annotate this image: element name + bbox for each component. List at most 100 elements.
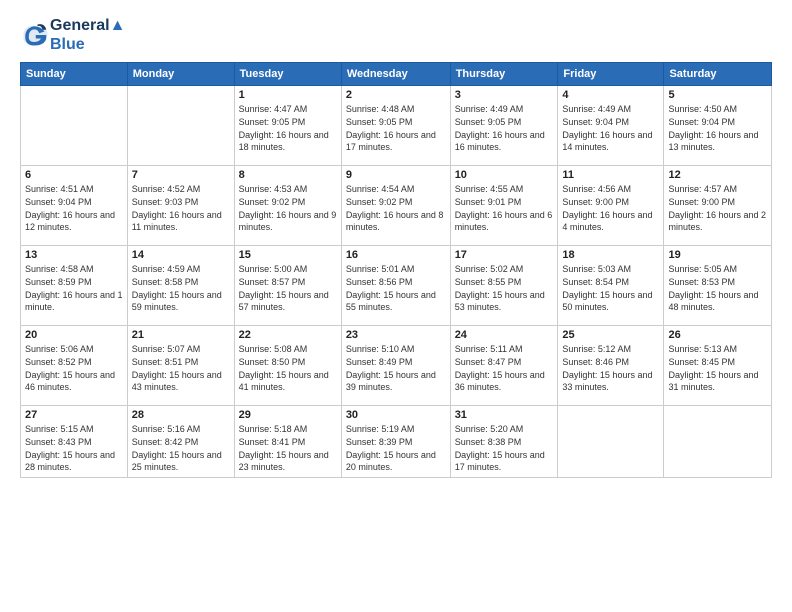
day-number: 23	[346, 329, 446, 341]
day-info: Sunrise: 4:55 AM Sunset: 9:01 PM Dayligh…	[455, 183, 554, 233]
day-number: 26	[668, 329, 767, 341]
day-info: Sunrise: 4:47 AM Sunset: 9:05 PM Dayligh…	[239, 103, 337, 153]
weekday-header-saturday: Saturday	[664, 63, 772, 86]
calendar-cell: 2 Sunrise: 4:48 AM Sunset: 9:05 PM Daylig…	[341, 86, 450, 166]
calendar-cell: 10 Sunrise: 4:55 AM Sunset: 9:01 PM Dayli…	[450, 166, 558, 246]
day-number: 27	[25, 409, 123, 421]
logo-icon	[20, 21, 48, 49]
day-number: 8	[239, 169, 337, 181]
calendar-cell: 5 Sunrise: 4:50 AM Sunset: 9:04 PM Daylig…	[664, 86, 772, 166]
weekday-header-thursday: Thursday	[450, 63, 558, 86]
day-number: 17	[455, 249, 554, 261]
calendar-cell	[127, 86, 234, 166]
day-info: Sunrise: 5:15 AM Sunset: 8:43 PM Dayligh…	[25, 423, 123, 473]
calendar-cell: 14Sunrise: 4:59 AM Sunset: 8:58 PM Dayli…	[127, 246, 234, 326]
calendar-cell: 11 Sunrise: 4:56 AM Sunset: 9:00 PM Dayli…	[558, 166, 664, 246]
day-info: Sunrise: 5:19 AM Sunset: 8:39 PM Dayligh…	[346, 423, 446, 473]
day-number: 21	[132, 329, 230, 341]
day-info: Sunrise: 4:57 AM Sunset: 9:00 PM Dayligh…	[668, 183, 767, 233]
day-number: 11	[562, 169, 659, 181]
weekday-header-row: SundayMondayTuesdayWednesdayThursdayFrid…	[21, 63, 772, 86]
day-number: 4	[562, 89, 659, 101]
day-info: Sunrise: 4:54 AM Sunset: 9:02 PM Dayligh…	[346, 183, 446, 233]
calendar-cell: 16 Sunrise: 5:01 AM Sunset: 8:56 PM Dayli…	[341, 246, 450, 326]
day-number: 16	[346, 249, 446, 261]
day-number: 20	[25, 329, 123, 341]
calendar-cell: 19 Sunrise: 5:05 AM Sunset: 8:53 PM Dayli…	[664, 246, 772, 326]
day-info: Sunrise: 5:18 AM Sunset: 8:41 PM Dayligh…	[239, 423, 337, 473]
day-info: Sunrise: 5:05 AM Sunset: 8:53 PM Dayligh…	[668, 263, 767, 313]
calendar-cell: 20 Sunrise: 5:06 AM Sunset: 8:52 PM Dayli…	[21, 326, 128, 406]
calendar-cell: 18Sunrise: 5:03 AM Sunset: 8:54 PM Dayli…	[558, 246, 664, 326]
calendar-cell: 21Sunrise: 5:07 AM Sunset: 8:51 PM Dayli…	[127, 326, 234, 406]
calendar-cell: 15 Sunrise: 5:00 AM Sunset: 8:57 PM Dayli…	[234, 246, 341, 326]
day-number: 19	[668, 249, 767, 261]
calendar-cell: 23 Sunrise: 5:10 AM Sunset: 8:49 PM Dayli…	[341, 326, 450, 406]
day-number: 24	[455, 329, 554, 341]
day-info: Sunrise: 5:16 AM Sunset: 8:42 PM Dayligh…	[132, 423, 230, 473]
day-number: 15	[239, 249, 337, 261]
day-info: Sunrise: 4:53 AM Sunset: 9:02 PM Dayligh…	[239, 183, 337, 233]
day-info: Sunrise: 5:11 AM Sunset: 8:47 PM Dayligh…	[455, 343, 554, 393]
day-info: Sunrise: 5:13 AM Sunset: 8:45 PM Dayligh…	[668, 343, 767, 393]
day-info: Sunrise: 4:50 AM Sunset: 9:04 PM Dayligh…	[668, 103, 767, 153]
calendar-cell: 7 Sunrise: 4:52 AM Sunset: 9:03 PM Daylig…	[127, 166, 234, 246]
calendar-cell: 30 Sunrise: 5:19 AM Sunset: 8:39 PM Dayli…	[341, 406, 450, 477]
weekday-header-friday: Friday	[558, 63, 664, 86]
calendar-cell: 13 Sunrise: 4:58 AM Sunset: 8:59 PM Dayli…	[21, 246, 128, 326]
day-number: 31	[455, 409, 554, 421]
calendar-cell: 12 Sunrise: 4:57 AM Sunset: 9:00 PM Dayli…	[664, 166, 772, 246]
day-number: 25	[562, 329, 659, 341]
calendar-cell: 3 Sunrise: 4:49 AM Sunset: 9:05 PM Daylig…	[450, 86, 558, 166]
day-number: 18	[562, 249, 659, 261]
calendar-cell: 31 Sunrise: 5:20 AM Sunset: 8:38 PM Dayli…	[450, 406, 558, 477]
day-info: Sunrise: 5:02 AM Sunset: 8:55 PM Dayligh…	[455, 263, 554, 313]
day-info: Sunrise: 5:00 AM Sunset: 8:57 PM Dayligh…	[239, 263, 337, 313]
header: General▲ Blue	[20, 16, 772, 54]
calendar-cell: 17 Sunrise: 5:02 AM Sunset: 8:55 PM Dayli…	[450, 246, 558, 326]
day-info: Sunrise: 4:48 AM Sunset: 9:05 PM Dayligh…	[346, 103, 446, 153]
calendar-cell: 26 Sunrise: 5:13 AM Sunset: 8:45 PM Dayli…	[664, 326, 772, 406]
day-number: 3	[455, 89, 554, 101]
day-number: 1	[239, 89, 337, 101]
day-number: 13	[25, 249, 123, 261]
calendar-week-row: 20 Sunrise: 5:06 AM Sunset: 8:52 PM Dayli…	[21, 326, 772, 406]
day-info: Sunrise: 4:58 AM Sunset: 8:59 PM Dayligh…	[25, 263, 123, 313]
day-info: Sunrise: 5:06 AM Sunset: 8:52 PM Dayligh…	[25, 343, 123, 393]
day-info: Sunrise: 5:20 AM Sunset: 8:38 PM Dayligh…	[455, 423, 554, 473]
day-number: 30	[346, 409, 446, 421]
calendar-cell: 8 Sunrise: 4:53 AM Sunset: 9:02 PM Daylig…	[234, 166, 341, 246]
calendar-week-row: 13 Sunrise: 4:58 AM Sunset: 8:59 PM Dayli…	[21, 246, 772, 326]
day-info: Sunrise: 4:49 AM Sunset: 9:04 PM Dayligh…	[562, 103, 659, 153]
day-info: Sunrise: 4:59 AM Sunset: 8:58 PM Dayligh…	[132, 263, 230, 313]
calendar-week-row: 6Sunrise: 4:51 AM Sunset: 9:04 PM Daylig…	[21, 166, 772, 246]
calendar-cell: 6Sunrise: 4:51 AM Sunset: 9:04 PM Daylig…	[21, 166, 128, 246]
calendar-week-row: 1 Sunrise: 4:47 AM Sunset: 9:05 PM Daylig…	[21, 86, 772, 166]
day-info: Sunrise: 4:51 AM Sunset: 9:04 PM Dayligh…	[25, 183, 123, 233]
day-number: 7	[132, 169, 230, 181]
day-number: 28	[132, 409, 230, 421]
calendar-cell: 4 Sunrise: 4:49 AM Sunset: 9:04 PM Daylig…	[558, 86, 664, 166]
weekday-header-monday: Monday	[127, 63, 234, 86]
calendar-cell: 27 Sunrise: 5:15 AM Sunset: 8:43 PM Dayli…	[21, 406, 128, 477]
day-number: 12	[668, 169, 767, 181]
calendar-cell	[558, 406, 664, 477]
calendar-cell: 24 Sunrise: 5:11 AM Sunset: 8:47 PM Dayli…	[450, 326, 558, 406]
day-info: Sunrise: 5:08 AM Sunset: 8:50 PM Dayligh…	[239, 343, 337, 393]
day-number: 9	[346, 169, 446, 181]
day-info: Sunrise: 4:49 AM Sunset: 9:05 PM Dayligh…	[455, 103, 554, 153]
calendar-cell	[664, 406, 772, 477]
day-info: Sunrise: 4:56 AM Sunset: 9:00 PM Dayligh…	[562, 183, 659, 233]
day-info: Sunrise: 5:01 AM Sunset: 8:56 PM Dayligh…	[346, 263, 446, 313]
day-number: 29	[239, 409, 337, 421]
day-number: 10	[455, 169, 554, 181]
day-number: 22	[239, 329, 337, 341]
weekday-header-wednesday: Wednesday	[341, 63, 450, 86]
day-number: 2	[346, 89, 446, 101]
calendar-cell: 28 Sunrise: 5:16 AM Sunset: 8:42 PM Dayli…	[127, 406, 234, 477]
day-number: 5	[668, 89, 767, 101]
day-info: Sunrise: 4:52 AM Sunset: 9:03 PM Dayligh…	[132, 183, 230, 233]
calendar-cell: 25 Sunrise: 5:12 AM Sunset: 8:46 PM Dayli…	[558, 326, 664, 406]
day-info: Sunrise: 5:12 AM Sunset: 8:46 PM Dayligh…	[562, 343, 659, 393]
day-info: Sunrise: 5:10 AM Sunset: 8:49 PM Dayligh…	[346, 343, 446, 393]
